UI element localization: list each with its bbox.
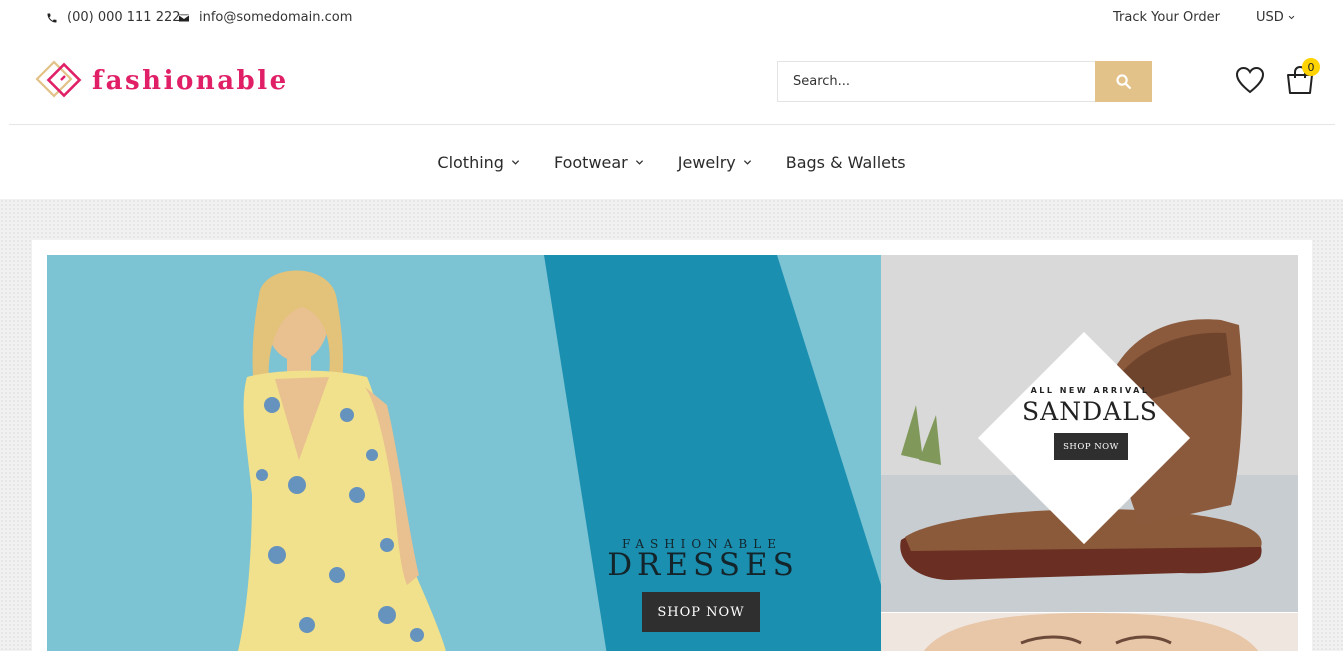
cart-count-badge: 0 — [1302, 58, 1320, 76]
chevron-down-icon — [1288, 15, 1295, 20]
secondary-banner[interactable] — [881, 613, 1298, 651]
search-bar — [777, 61, 1152, 102]
site-logo[interactable]: fashionable — [34, 60, 294, 102]
hero-banner[interactable]: FASHIONABLE DRESSES SHOP NOW — [47, 255, 881, 651]
logo-text: fashionable — [92, 66, 289, 96]
email-contact[interactable]: info@somedomain.com — [178, 10, 352, 25]
nav-item-bags-wallets[interactable]: Bags & Wallets — [786, 153, 906, 172]
logo-diamond-icon — [35, 60, 82, 98]
chevron-down-icon — [635, 159, 643, 165]
nav-item-label: Clothing — [437, 152, 504, 172]
nav-item-footwear[interactable]: Footwear — [554, 153, 644, 172]
sandals-title: SANDALS — [1022, 397, 1158, 426]
email-address: info@somedomain.com — [199, 10, 353, 25]
search-input[interactable] — [777, 61, 1095, 102]
sandals-subtitle: ALL NEW ARRIVAL — [1030, 386, 1150, 395]
sandals-shop-now-button[interactable]: SHOP NOW — [1054, 433, 1128, 460]
main-nav: Clothing Footwear Jewelry Bags & Wallets — [0, 140, 1343, 184]
nav-item-label: Footwear — [553, 152, 628, 172]
header-divider — [9, 124, 1335, 125]
secondary-banner-graphic — [881, 613, 1298, 651]
hero-title: DRESSES — [607, 547, 799, 583]
nav-item-clothing[interactable]: Clothing — [437, 153, 520, 172]
search-button[interactable] — [1095, 61, 1152, 102]
sandals-banner[interactable]: ALL NEW ARRIVAL SANDALS SHOP NOW — [881, 255, 1298, 612]
track-order-link[interactable]: Track Your Order — [1113, 10, 1220, 25]
hero-shop-now-button[interactable]: SHOP NOW — [642, 592, 760, 632]
phone-icon — [47, 13, 57, 22]
currency-label: USD — [1256, 10, 1284, 25]
nav-item-label: Bags & Wallets — [785, 152, 906, 172]
chevron-down-icon — [743, 159, 751, 165]
chevron-down-icon — [511, 159, 520, 165]
top-bar: (00) 000 111 222 info@somedomain.com Tra… — [0, 0, 1343, 38]
search-icon — [1116, 74, 1132, 90]
phone-contact[interactable]: (00) 000 111 222 — [46, 10, 181, 25]
heart-icon[interactable] — [1235, 66, 1265, 94]
phone-number: (00) 000 111 222 — [67, 10, 181, 25]
currency-selector[interactable]: USD — [1256, 10, 1295, 25]
envelope-icon — [179, 14, 189, 21]
nav-item-label: Jewelry — [677, 152, 736, 172]
nav-item-jewelry[interactable]: Jewelry — [678, 153, 752, 172]
